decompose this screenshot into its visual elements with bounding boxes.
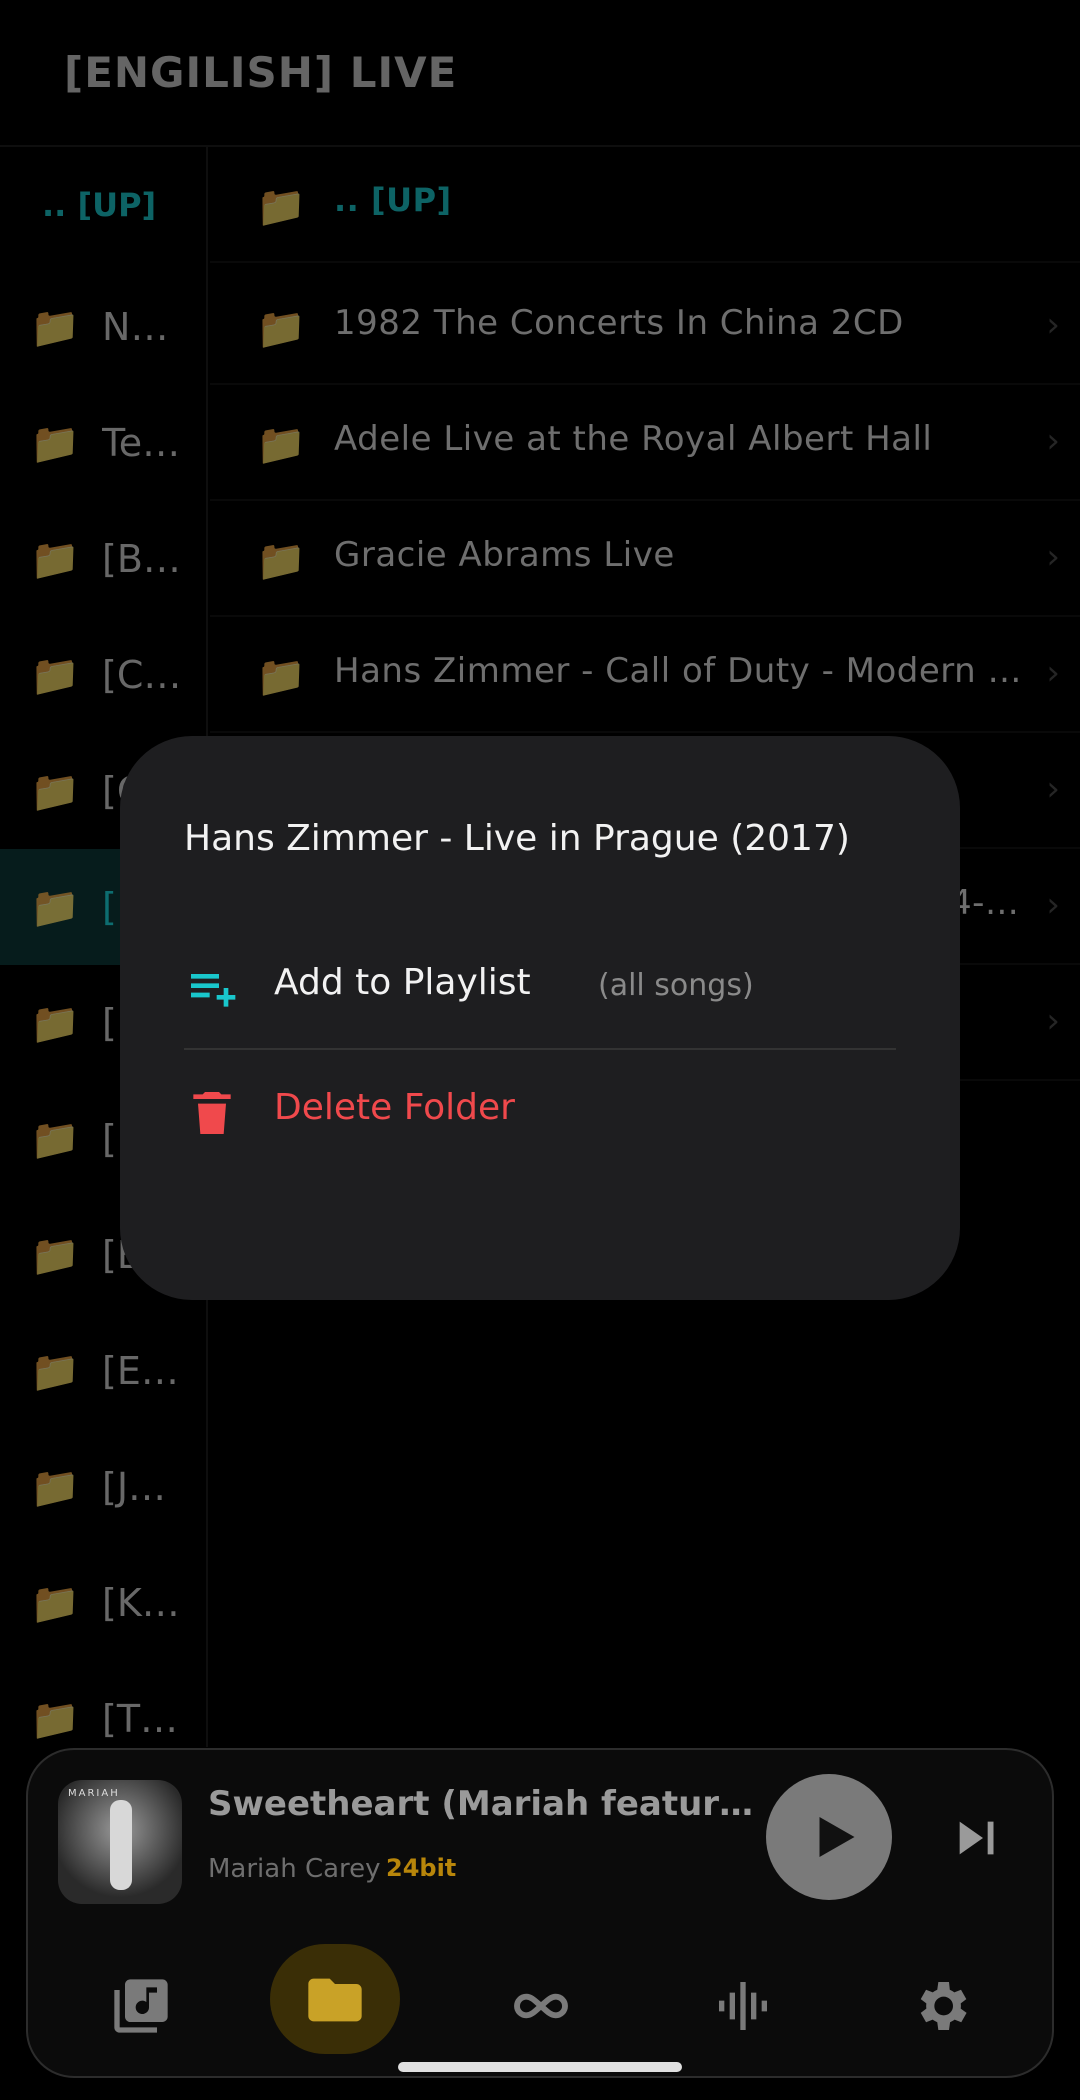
album-art-figure [110,1800,132,1890]
folder-icon [308,1978,362,2022]
song-artist: Mariah Carey [208,1854,381,1884]
trash-icon [193,1092,231,1134]
add-to-playlist-button[interactable]: Add to Playlist (all songs) [184,932,896,1042]
bit-depth-badge: 24bit [386,1854,457,1882]
skip-next-icon [959,1821,994,1855]
menu-divider [184,1048,896,1050]
nav-folders[interactable] [270,1944,400,2068]
waveform-icon [719,1982,767,2030]
play-button[interactable] [766,1774,892,1900]
dialog-title: Hans Zimmer - Live in Prague (2017) [184,818,850,859]
delete-folder-label: Delete Folder [274,1087,515,1128]
music-library-icon [114,1979,168,2033]
nav-settings[interactable] [876,1944,1006,2068]
skip-next-button[interactable] [948,1810,1004,1866]
delete-folder-button[interactable]: Delete Folder [184,1057,896,1167]
home-indicator[interactable] [398,2062,682,2072]
album-art-brand: MARIAH [68,1788,120,1799]
nav-equalizer[interactable] [678,1944,808,2068]
bottom-navigation [28,1944,1056,2068]
infinity-icon [514,1993,568,2019]
add-to-playlist-label: Add to Playlist [274,962,531,1003]
add-to-playlist-sub: (all songs) [598,968,754,1003]
song-title[interactable]: Sweetheart (Mariah featuring J.… [208,1784,758,1824]
now-playing-bar: MARIAH Sweetheart (Mariah featuring J.… … [26,1748,1054,2078]
play-icon [819,1817,855,1857]
nav-library[interactable] [76,1944,206,2068]
album-art[interactable]: MARIAH [58,1780,182,1904]
settings-gear-icon [920,1982,967,2030]
playlist-add-icon [191,974,236,1007]
nav-loop[interactable] [476,1944,606,2068]
